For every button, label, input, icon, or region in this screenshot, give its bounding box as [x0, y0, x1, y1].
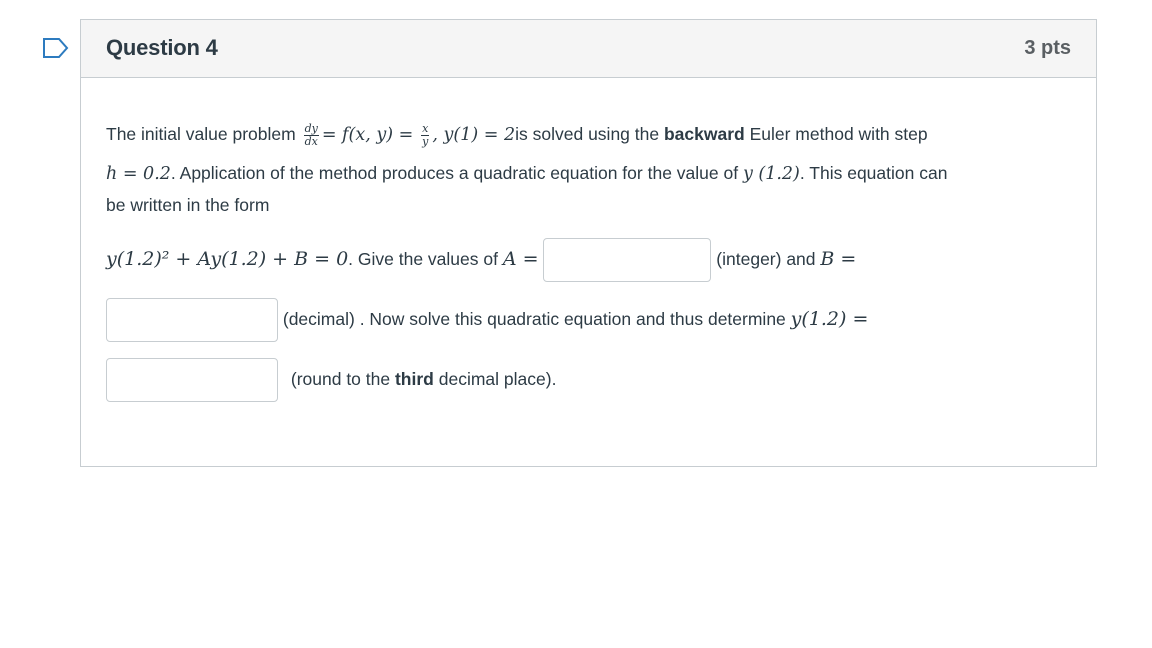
third-bold: third: [394, 369, 434, 389]
y12-equals: y(1.2) =: [790, 308, 869, 330]
question-line-5: (decimal) . Now solve this quadratic equ…: [106, 296, 869, 343]
b-equals: B =: [820, 248, 857, 270]
question-line-2: h = 0.2. Application of the method produ…: [106, 163, 948, 184]
xy-fraction: xy: [421, 121, 430, 148]
question-line-4: y(1.2)² + Ay(1.2) + B = 0. Give the valu…: [106, 236, 857, 283]
dydx-fraction: dy dx: [303, 121, 319, 148]
question-title: Question 4: [106, 35, 218, 60]
initial-condition: , y(1) = 2: [432, 125, 516, 145]
quadratic-equation: y(1.2)² + Ay(1.2) + B = 0: [106, 248, 349, 270]
answer-a-input[interactable]: [543, 238, 712, 283]
answer-b-input[interactable]: [106, 298, 278, 343]
question-line-1: The initial value problem dy dx = f(x, y) …: [106, 121, 928, 148]
a-equals: A =: [502, 248, 539, 270]
step-size: h = 0.2: [106, 164, 171, 184]
y12-expression: y (1.2): [742, 164, 800, 184]
question-card: Question 4 3 pts The initial value probl…: [80, 19, 1097, 467]
flag-question-icon[interactable]: [42, 37, 70, 59]
question-header: Question 4 3 pts: [81, 20, 1096, 78]
backward-bold: backward: [663, 124, 745, 144]
question-points: 3 pts: [1024, 37, 1071, 59]
question-line-6: (round to the third decimal place).: [106, 356, 556, 403]
ode-mid: = f(x, y) =: [321, 125, 414, 145]
answer-y-input[interactable]: [106, 358, 278, 403]
question-line-3: be written in the form: [106, 195, 270, 215]
